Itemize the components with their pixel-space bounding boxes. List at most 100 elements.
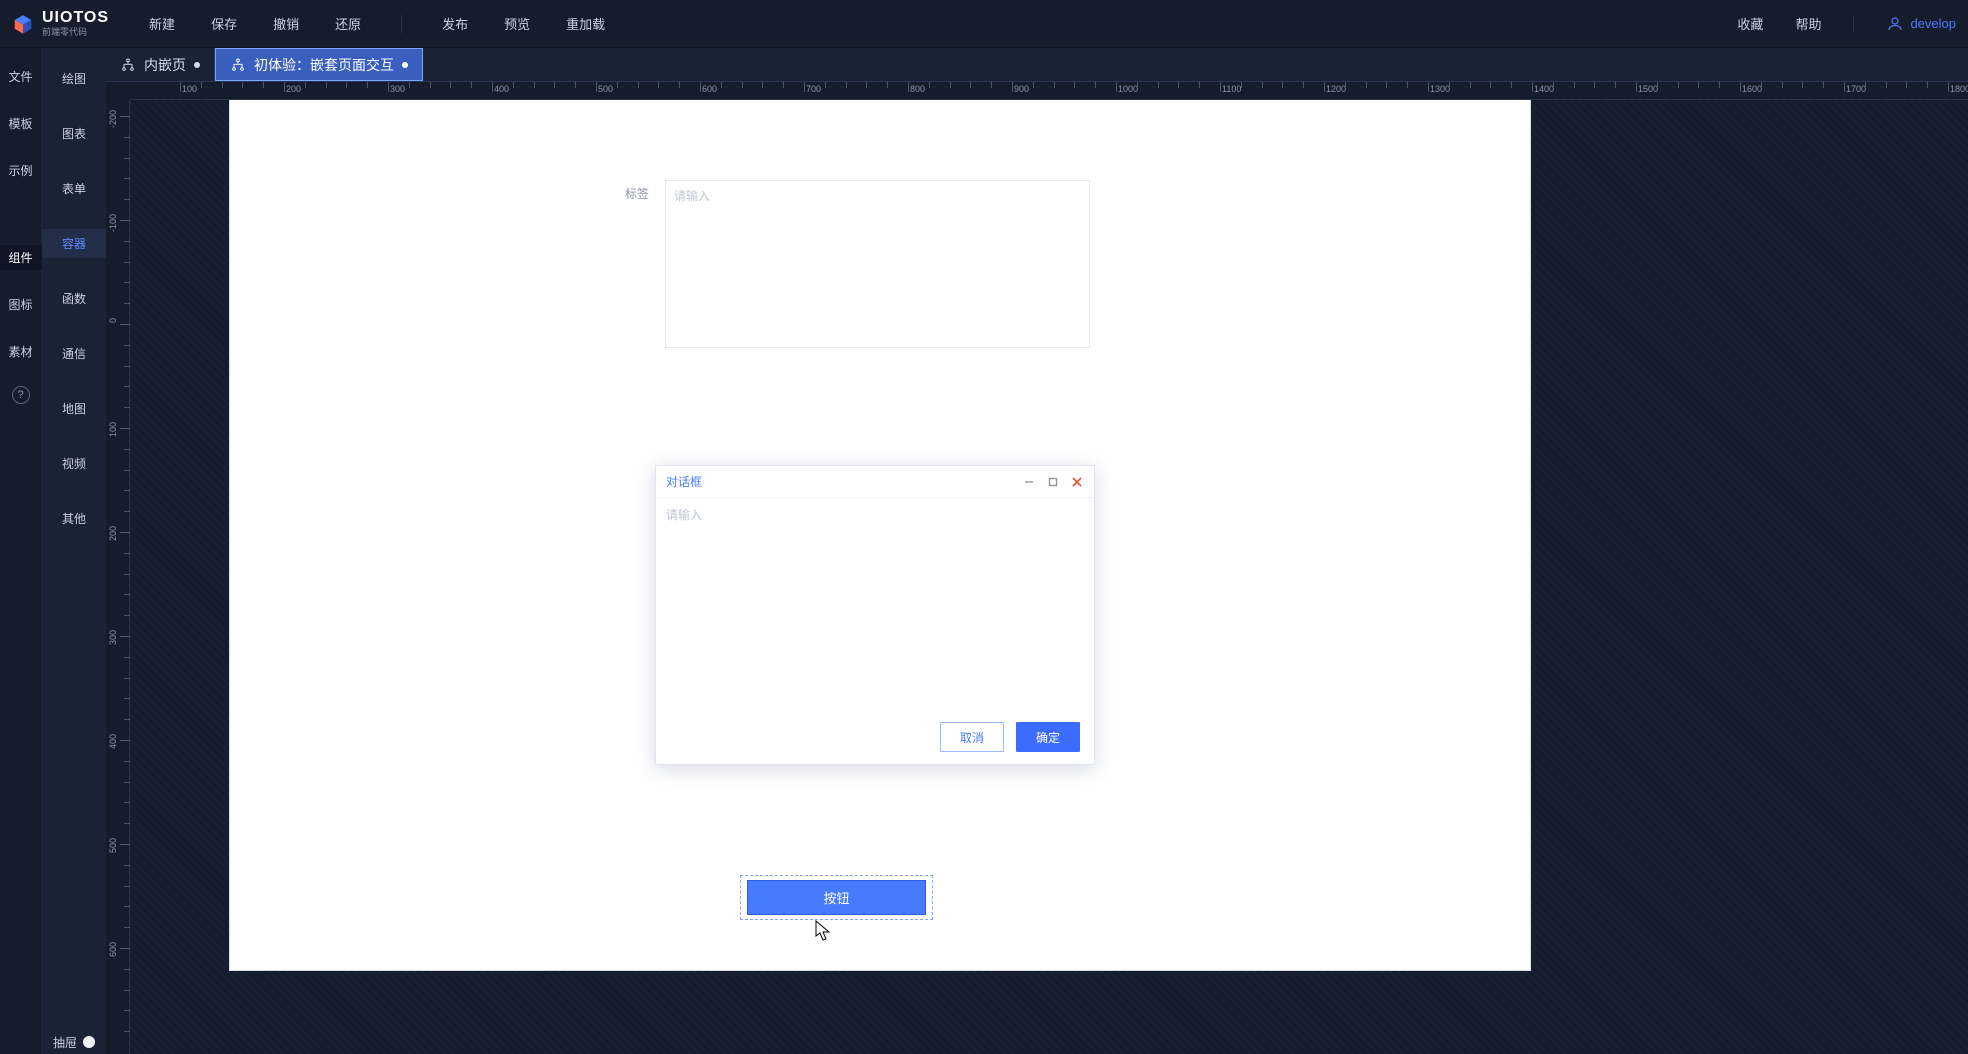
component-chart[interactable]: 图表 xyxy=(42,119,106,148)
toolbar-save[interactable]: 保存 xyxy=(211,14,237,33)
toolbar-right-sep xyxy=(1853,15,1854,33)
component-container[interactable]: 容器 xyxy=(42,229,106,258)
tabs-row: 内嵌页 初体验：嵌套页面交互 xyxy=(106,48,1968,82)
dialog-title: 对话框 xyxy=(666,473,702,490)
ruler-h-label: 1100 xyxy=(1222,84,1241,94)
toolbar-help[interactable]: 帮助 xyxy=(1795,14,1821,33)
ruler-h-label: 500 xyxy=(598,84,613,94)
minimize-icon[interactable] xyxy=(1022,475,1036,489)
ruler-h-label: 1000 xyxy=(1118,84,1138,94)
ruler-h-label: 1400 xyxy=(1534,84,1554,94)
close-icon[interactable] xyxy=(1070,475,1084,489)
ruler-v-label: -200 xyxy=(108,110,118,128)
field-label[interactable]: 标签 xyxy=(625,185,649,202)
ruler-h-label: 1200 xyxy=(1326,84,1346,94)
component-comm[interactable]: 通信 xyxy=(42,339,106,368)
ruler-h-label: 200 xyxy=(286,84,301,94)
textarea-placeholder: 请输入 xyxy=(674,189,710,203)
brand-logo-icon xyxy=(12,13,34,35)
rail-help-icon[interactable]: ? xyxy=(12,386,30,404)
cursor-icon xyxy=(815,920,831,942)
left-rail: 文件 模板 示例 组件 图标 素材 ? xyxy=(0,48,42,1054)
horizontal-ruler[interactable]: 100 200 300 400 500 600 700 800 900 1000 1100 1200 1… xyxy=(130,82,1968,100)
component-other[interactable]: 其他 xyxy=(42,504,106,533)
dialog-header[interactable]: 对话框 xyxy=(656,466,1094,498)
canvas-area: 1002003004005006007008009001000110012001… xyxy=(106,82,1968,1054)
vertical-ruler[interactable]: -200 -100 0 100 200 300 400 500 600 xyxy=(106,100,130,1054)
dialog-footer: 取消 确定 xyxy=(656,714,1094,764)
ruler-h-label: 800 xyxy=(910,84,925,94)
user-icon xyxy=(1886,15,1904,33)
ruler-v-label: 400 xyxy=(108,734,118,749)
component-form[interactable]: 表单 xyxy=(42,174,106,203)
rail-component[interactable]: 组件 xyxy=(0,245,42,270)
maximize-icon[interactable] xyxy=(1046,475,1060,489)
component-video[interactable]: 视频 xyxy=(42,449,106,478)
ruler-v-label: 200 xyxy=(108,526,118,541)
dialog[interactable]: 对话框 xyxy=(655,465,1095,765)
ruler-v-label: 0 xyxy=(108,318,118,323)
drawer-label: 抽屉 xyxy=(53,1034,77,1051)
ruler-v-label: 100 xyxy=(108,422,118,437)
toolbar-undo[interactable]: 撤销 xyxy=(273,14,299,33)
ruler-v-label: 600 xyxy=(108,942,118,957)
toolbar-publish[interactable]: 发布 xyxy=(442,14,468,33)
textarea-top[interactable]: 请输入 xyxy=(665,180,1090,348)
ruler-v-label: 500 xyxy=(108,838,118,853)
toolbar-right: 收藏 帮助 develop xyxy=(1737,14,1956,33)
dialog-body[interactable]: 请输入 xyxy=(656,498,1094,714)
ruler-v-label: 300 xyxy=(108,630,118,645)
rail-file[interactable]: 文件 xyxy=(0,64,42,89)
rail-icon[interactable]: 图标 xyxy=(0,292,42,317)
component-function[interactable]: 函数 xyxy=(42,284,106,313)
tab-dirty-dot-icon xyxy=(194,62,200,68)
ruler-h-label: 1500 xyxy=(1638,84,1658,94)
component-panel: 绘图 图表 表单 容器 函数 通信 地图 视频 其他 xyxy=(42,48,106,1054)
brand-tagline: 前端零代码 xyxy=(42,28,109,37)
tab-inner-page[interactable]: 内嵌页 xyxy=(106,48,215,81)
rail-template[interactable]: 模板 xyxy=(0,111,42,136)
page-artboard[interactable]: 标签 请输入 对话框 xyxy=(230,100,1530,970)
dialog-ok-button[interactable]: 确定 xyxy=(1016,722,1080,752)
toolbar-actions: 新建 保存 撤销 还原 发布 预览 重加载 xyxy=(149,14,605,33)
ruler-h-label: 1800 xyxy=(1950,84,1968,94)
toolbar-reload[interactable]: 重加载 xyxy=(566,14,605,33)
drawer-dot-icon xyxy=(83,1036,95,1048)
ruler-h-label: 300 xyxy=(390,84,405,94)
rail-example[interactable]: 示例 xyxy=(0,158,42,183)
ruler-h-label: 400 xyxy=(494,84,509,94)
dialog-body-placeholder: 请输入 xyxy=(666,508,702,522)
ruler-h-label: 1300 xyxy=(1430,84,1450,94)
ruler-h-label: 1700 xyxy=(1846,84,1866,94)
user-name: develop xyxy=(1910,16,1956,31)
tab-dirty-dot-icon xyxy=(402,62,408,68)
tab-label: 初体验：嵌套页面交互 xyxy=(254,55,394,75)
ruler-h-label: 700 xyxy=(806,84,821,94)
toolbar-preview[interactable]: 预览 xyxy=(504,14,530,33)
drawer-toggle[interactable]: 抽屉 xyxy=(42,1030,106,1054)
user-chip[interactable]: develop xyxy=(1886,15,1956,33)
canvas-button-selection[interactable]: 按钮 xyxy=(740,875,933,920)
rail-asset[interactable]: 素材 xyxy=(0,339,42,364)
toolbar-favorite[interactable]: 收藏 xyxy=(1737,14,1763,33)
toolbar-redo[interactable]: 还原 xyxy=(335,14,361,33)
toolbar-divider xyxy=(401,15,402,33)
ruler-h-label: 100 xyxy=(182,84,197,94)
ruler-h-label: 600 xyxy=(702,84,717,94)
component-drawing[interactable]: 绘图 xyxy=(42,64,106,93)
dialog-cancel-button[interactable]: 取消 xyxy=(940,722,1004,752)
tab-first-experience[interactable]: 初体验：嵌套页面交互 xyxy=(215,48,423,81)
brand[interactable]: UIOTOS 前端零代码 xyxy=(12,10,109,37)
component-map[interactable]: 地图 xyxy=(42,394,106,423)
dialog-window-controls xyxy=(1022,475,1084,489)
canvas-surface[interactable]: 标签 请输入 对话框 xyxy=(130,100,1968,1054)
brand-name: UIOTOS xyxy=(42,10,109,26)
toolbar-new[interactable]: 新建 xyxy=(149,14,175,33)
ruler-h-label: 900 xyxy=(1014,84,1029,94)
hierarchy-icon xyxy=(120,57,136,73)
canvas-button[interactable]: 按钮 xyxy=(747,880,926,915)
hierarchy-icon xyxy=(230,57,246,73)
top-toolbar: UIOTOS 前端零代码 新建 保存 撤销 还原 发布 预览 重加载 收藏 帮助… xyxy=(0,0,1968,48)
ruler-h-label: 1600 xyxy=(1742,84,1762,94)
ruler-v-label: -100 xyxy=(108,214,118,232)
